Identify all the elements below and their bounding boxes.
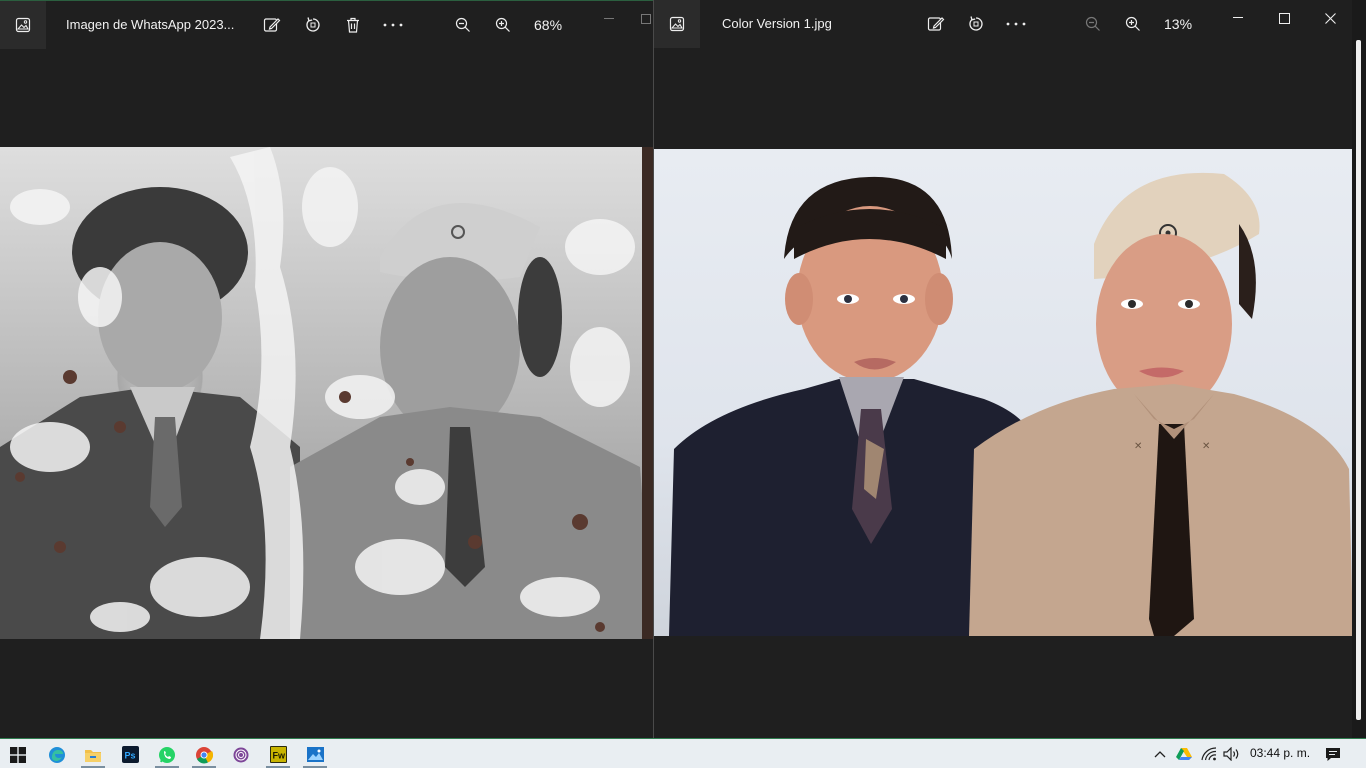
svg-text:Ps: Ps — [124, 751, 135, 761]
rotate-icon[interactable] — [964, 12, 988, 36]
clock[interactable]: 03:44 p. m. — [1250, 746, 1310, 760]
photos-window-left: Imagen de WhatsApp 2023... 68% — [0, 0, 653, 738]
zoom-level[interactable]: 13% — [1164, 16, 1192, 32]
chevron-up-icon[interactable] — [1152, 745, 1168, 763]
edge-icon[interactable] — [40, 742, 74, 767]
svg-text:✕: ✕ — [1134, 441, 1142, 452]
start-icon[interactable] — [1, 742, 35, 767]
photoshop-icon[interactable]: Ps — [113, 742, 147, 767]
zoom-in-icon[interactable] — [1121, 12, 1145, 36]
window-title: Color Version 1.jpg — [722, 16, 832, 31]
zoom-in-icon[interactable] — [491, 13, 515, 37]
taskbar: Ps Fw 03:44 p. m. — [0, 738, 1366, 768]
wifi-icon[interactable] — [1200, 745, 1218, 763]
whatsapp-icon[interactable] — [150, 742, 184, 768]
colorized-photo: ✕ ✕ — [654, 149, 1353, 636]
minimize-icon[interactable] — [1221, 6, 1255, 30]
fireworks-icon[interactable]: Fw — [261, 742, 295, 768]
restored-photo-original — [0, 147, 653, 639]
photos-icon[interactable] — [298, 742, 332, 768]
maximize-icon[interactable] — [1267, 6, 1301, 30]
svg-text:✕: ✕ — [1202, 441, 1210, 452]
chrome-icon[interactable] — [187, 742, 221, 768]
zoom-out-icon[interactable] — [1081, 12, 1105, 36]
damaged-bw-photo — [0, 147, 653, 639]
vertical-scrollbar[interactable] — [1352, 0, 1366, 738]
window-title: Imagen de WhatsApp 2023... — [66, 17, 235, 32]
zoom-level[interactable]: 68% — [534, 17, 562, 33]
svg-text:Fw: Fw — [272, 751, 285, 761]
notification-icon[interactable] — [1323, 745, 1343, 763]
rotate-icon[interactable] — [301, 13, 325, 37]
titlebar-right: Color Version 1.jpg 13% — [654, 0, 1366, 48]
titlebar-left: Imagen de WhatsApp 2023... 68% — [0, 1, 653, 49]
more-icon[interactable] — [381, 13, 405, 37]
close-icon[interactable] — [1313, 6, 1347, 30]
zoom-out-icon[interactable] — [451, 13, 475, 37]
photos-window-right: Color Version 1.jpg 13% ✕ ✕ — [654, 0, 1366, 738]
google-drive-icon[interactable] — [1175, 745, 1193, 763]
delete-icon[interactable] — [341, 13, 365, 37]
photos-app-icon[interactable] — [654, 0, 700, 48]
speaker-icon[interactable] — [1222, 745, 1242, 763]
colorized-portrait: ✕ ✕ — [669, 172, 1353, 636]
more-icon[interactable] — [1004, 12, 1028, 36]
edit-image-icon[interactable] — [924, 12, 948, 36]
minimize-icon[interactable] — [592, 7, 626, 31]
tor-browser-icon[interactable] — [224, 742, 258, 767]
file-explorer-icon[interactable] — [76, 742, 110, 768]
maximize-icon[interactable] — [636, 7, 653, 31]
edit-image-icon[interactable] — [260, 13, 284, 37]
photos-app-icon[interactable] — [0, 1, 46, 49]
